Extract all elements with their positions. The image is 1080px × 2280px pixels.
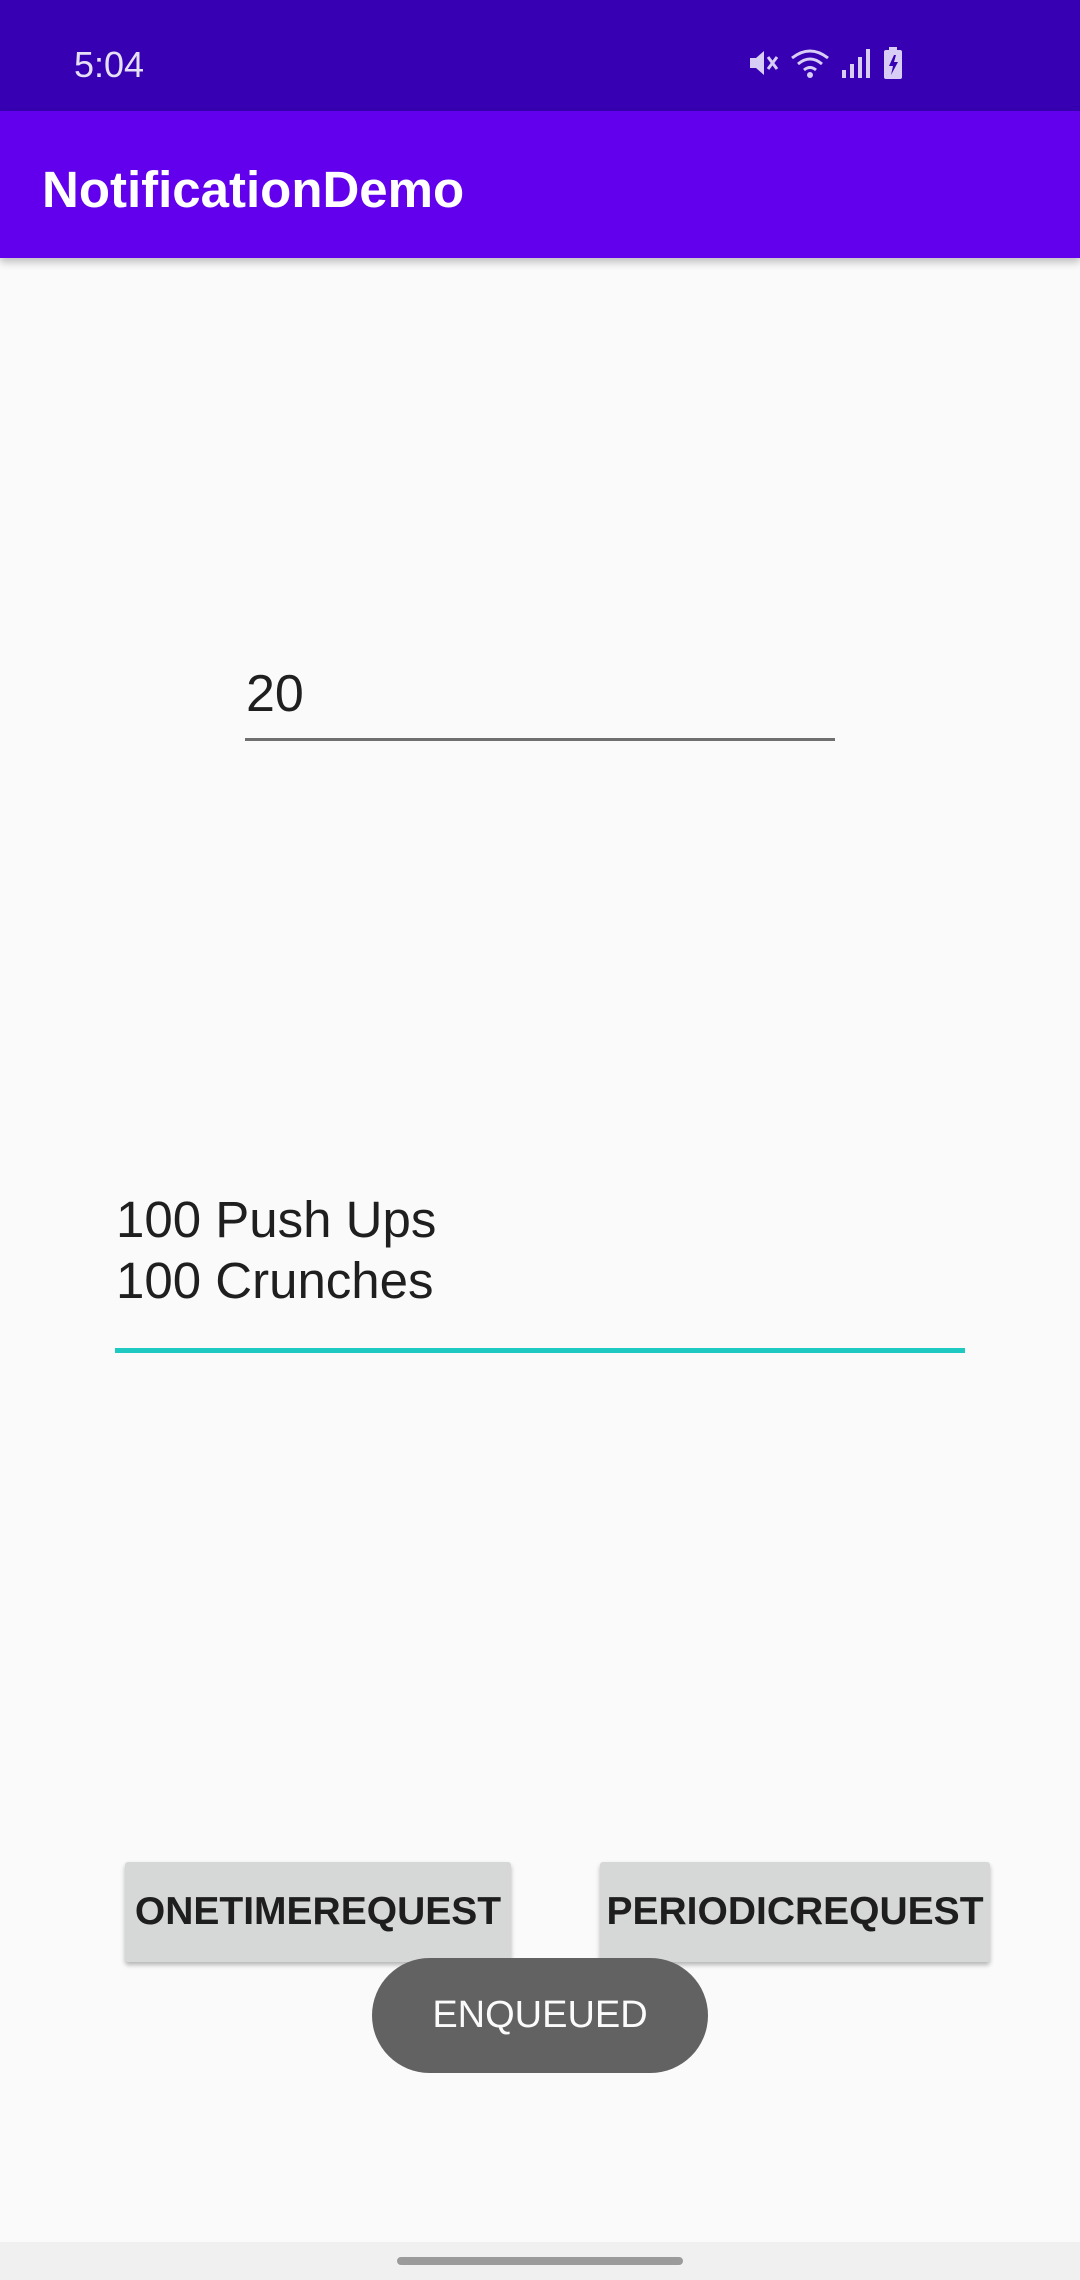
toast-message: ENQUEUED — [372, 1958, 708, 2073]
one-time-request-button[interactable]: ONETIMEREQUEST — [125, 1862, 511, 1962]
workout-input-line: 100 Push Ups — [116, 1191, 437, 1248]
number-input[interactable]: 20 — [245, 650, 835, 741]
number-input-value: 20 — [246, 665, 304, 723]
app-title: NotificationDemo — [42, 161, 465, 218]
mute-icon — [746, 46, 780, 85]
home-gesture-handle[interactable] — [397, 2257, 683, 2265]
workout-input[interactable]: 100 Push Ups 100 Crunches — [115, 1180, 965, 1353]
app-bar: NotificationDemo — [0, 111, 1080, 258]
status-time: 5:04 — [74, 44, 145, 85]
signal-icon — [840, 46, 872, 85]
status-icons — [746, 46, 904, 85]
battery-charging-icon — [882, 46, 904, 85]
wifi-icon — [790, 46, 830, 85]
workout-input-line: 100 Crunches — [116, 1252, 434, 1309]
status-bar: 5:04 — [0, 0, 1080, 111]
navigation-bar — [0, 2242, 1080, 2280]
periodic-request-button[interactable]: PERIODICREQUEST — [600, 1862, 990, 1962]
